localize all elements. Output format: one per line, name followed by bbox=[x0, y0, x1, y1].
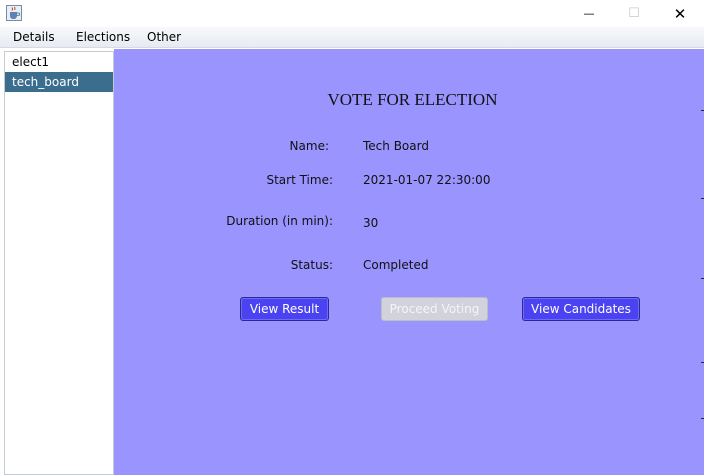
start-time-value: 2021-01-07 22:30:00 bbox=[363, 173, 491, 187]
name-label: Name: bbox=[289, 139, 329, 153]
duration-label: Duration (in min): bbox=[226, 214, 333, 228]
java-cup-icon bbox=[6, 5, 22, 21]
election-panel: VOTE FOR ELECTION Name: Tech Board Start… bbox=[114, 49, 704, 475]
election-list: elect1 tech_board bbox=[4, 51, 114, 475]
close-button[interactable]: ✕ bbox=[657, 0, 703, 27]
proceed-voting-button: Proceed Voting bbox=[381, 297, 488, 321]
duration-value: 30 bbox=[363, 216, 379, 230]
close-icon: ✕ bbox=[673, 4, 687, 23]
minimize-button[interactable]: — bbox=[566, 0, 612, 27]
menu-details[interactable]: Details bbox=[13, 30, 55, 44]
menu-elections[interactable]: Elections bbox=[76, 30, 130, 44]
start-time-label: Start Time: bbox=[266, 173, 333, 187]
minimize-icon: — bbox=[583, 7, 595, 20]
status-label: Status: bbox=[290, 258, 333, 272]
window-titlebar: — ☐ ✕ bbox=[0, 0, 704, 27]
page-title: VOTE FOR ELECTION bbox=[327, 90, 498, 109]
menu-other[interactable]: Other bbox=[147, 30, 181, 44]
maximize-button[interactable]: ☐ bbox=[611, 0, 657, 27]
list-item-elect1[interactable]: elect1 bbox=[5, 52, 113, 72]
list-item-tech-board[interactable]: tech_board bbox=[5, 72, 113, 92]
name-value: Tech Board bbox=[363, 139, 429, 153]
maximize-icon: ☐ bbox=[628, 6, 640, 21]
menu-bar: Details Elections Other bbox=[0, 27, 704, 48]
status-value: Completed bbox=[363, 258, 429, 272]
view-candidates-button[interactable]: View Candidates bbox=[522, 297, 640, 321]
view-result-button[interactable]: View Result bbox=[240, 297, 329, 321]
